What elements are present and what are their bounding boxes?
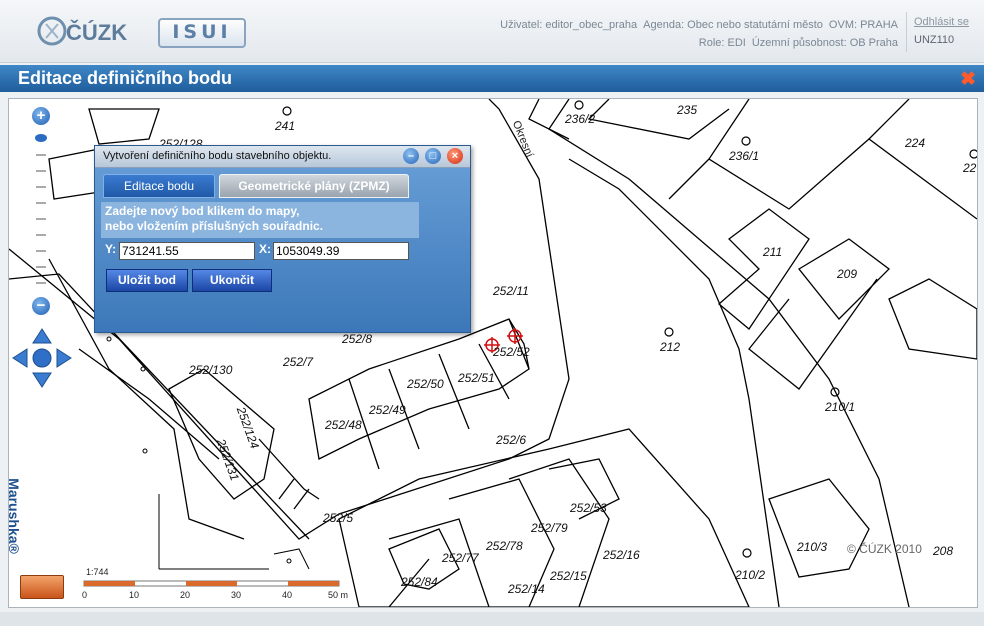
scale-tick: 0	[82, 590, 88, 600]
scale-tick: 30	[231, 590, 242, 600]
copyright: © ČÚZK 2010	[847, 542, 922, 556]
role: Role: EDI	[698, 37, 746, 49]
parcel-label: 252/16	[603, 548, 640, 562]
dialog-title: Vytvoření definičního bodu stavebního ob…	[103, 150, 332, 162]
instruction-line: Zadejte nový bod klikem do mapy,	[105, 204, 300, 218]
parcel-label: 210/3	[797, 540, 828, 554]
user-name: Uživatel: editor_obec_praha	[500, 19, 638, 31]
instructions: Zadejte nový bod klikem do mapy, nebo vl…	[101, 202, 419, 238]
status-strip	[0, 612, 984, 626]
y-coordinate-input[interactable]	[119, 242, 255, 260]
scale-ratio: 1:744	[86, 567, 109, 577]
ovm: OVM: PRAHA	[828, 19, 898, 31]
close-window-icon[interactable]: ✖	[960, 68, 976, 91]
user-info: Uživatel: editor_obec_praha Agenda: Obec …	[494, 16, 898, 52]
parcel-label: 211	[763, 245, 783, 259]
pan-up-icon[interactable]	[32, 328, 52, 344]
parcel-label: 252/14	[508, 582, 545, 596]
maximize-icon[interactable]: □	[425, 148, 441, 164]
end-button[interactable]: Ukončit	[192, 269, 272, 292]
definition-point-dialog: Vytvoření definičního bodu stavebního ob…	[94, 145, 471, 333]
parcel-label: 22	[963, 161, 977, 175]
parcel-label: 252/50	[407, 377, 444, 391]
parcel-label: 252/130	[189, 363, 233, 377]
scale-tick: 40	[282, 590, 293, 600]
instruction-line: nebo vložením příslušných souřadnic.	[105, 219, 324, 233]
close-icon[interactable]: ×	[447, 148, 463, 164]
minimize-icon[interactable]: –	[403, 148, 419, 164]
parcel-label: 252/5	[323, 511, 354, 525]
tab-geometricke-plany[interactable]: Geometrické plány (ZPMZ)	[219, 174, 409, 198]
zoom-ticks	[36, 154, 46, 300]
parcel-label: 252/77	[442, 551, 479, 565]
parcel-label: 252/11	[493, 284, 529, 298]
parcel-label: 252/52	[493, 345, 530, 359]
parcel-label: 252/84	[401, 575, 438, 589]
x-coordinate-input[interactable]	[273, 242, 409, 260]
header-divider	[906, 12, 907, 52]
tab-editace-bodu[interactable]: Editace bodu	[103, 174, 215, 198]
zoom-handle[interactable]	[35, 134, 47, 142]
zoom-in-icon[interactable]: +	[32, 107, 50, 125]
scale-bar: 1:744 0 10 20 30 40 50 m	[80, 565, 370, 605]
parcel-label: 252/79	[531, 521, 568, 535]
cuzk-logo[interactable]: ČÚZK	[36, 14, 128, 48]
scale-tick: 50 m	[328, 590, 349, 600]
pan-right-icon[interactable]	[56, 348, 72, 368]
parcel-label: 209	[837, 267, 858, 281]
parcel-label: 210/2	[735, 568, 766, 582]
parcel-label: 210/1	[825, 400, 856, 414]
parcel-label: 252/15	[550, 569, 587, 583]
parcel-label: 252/49	[369, 403, 406, 417]
logout-link[interactable]: Odhlásit se	[914, 16, 969, 28]
x-label: X:	[259, 242, 271, 256]
marushka-logo-icon[interactable]	[20, 575, 64, 599]
scale-tick: 20	[180, 590, 191, 600]
parcel-label: 236/2	[565, 112, 596, 126]
pan-control[interactable]	[11, 327, 73, 389]
parcel-label: 252/78	[486, 539, 523, 553]
parcel-label: 235	[677, 103, 698, 117]
pan-center-icon[interactable]	[32, 348, 52, 368]
isui-logo[interactable]: ISUI	[158, 18, 246, 48]
pan-down-icon[interactable]	[32, 372, 52, 388]
parcel-label: 252/7	[283, 355, 314, 369]
pan-left-icon[interactable]	[12, 348, 28, 368]
unz-code: UNZ110	[914, 34, 955, 46]
marushka-text: Marushka®	[5, 478, 22, 554]
parcel-label: 208	[933, 544, 954, 558]
parcel-label: 224	[905, 136, 926, 150]
app-header: ČÚZK ISUI Uživatel: editor_obec_praha Age…	[0, 0, 984, 63]
marushka-brand: Marushka®	[4, 468, 38, 568]
scale-tick: 10	[129, 590, 140, 600]
agenda: Agenda: Obec nebo statutární město	[643, 19, 823, 31]
parcel-label: 241	[275, 119, 296, 133]
parcel-label: 252/51	[458, 371, 495, 385]
parcel-label: 252/8	[342, 332, 373, 346]
parcel-label: 252/53	[570, 501, 607, 515]
save-point-button[interactable]: Uložit bod	[106, 269, 188, 292]
parcel-label: 236/1	[729, 149, 760, 163]
edit-panel: Zadejte nový bod klikem do mapy, nebo vl…	[101, 199, 419, 299]
territory: Územní působnost: OB Praha	[751, 37, 898, 49]
cuzk-logo-text: ČÚZK	[66, 20, 127, 45]
parcel-label: 212	[660, 340, 681, 354]
window-titlebar: Editace definičního bodu ✖	[0, 65, 984, 92]
parcel-label: 252/6	[496, 433, 527, 447]
isui-logo-text: ISUI	[172, 21, 232, 43]
window-title: Editace definičního bodu	[18, 68, 233, 88]
zoom-out-icon[interactable]: −	[32, 297, 50, 315]
parcel-label: 252/48	[325, 418, 362, 432]
dialog-titlebar[interactable]: Vytvoření definičního bodu stavebního ob…	[95, 146, 470, 168]
y-label: Y:	[105, 242, 117, 256]
